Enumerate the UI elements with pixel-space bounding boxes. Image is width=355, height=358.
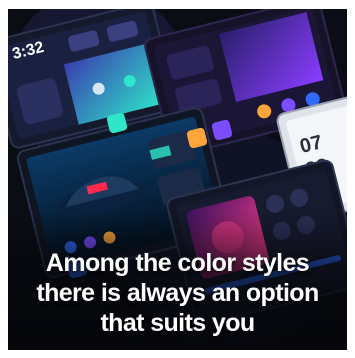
caption-line-2: there is always an option (36, 279, 319, 307)
promo-caption: Among the color styles there is always a… (8, 248, 347, 338)
promo-image: 3:32 07 32 (8, 9, 347, 350)
caption-line-1: Among the color styles (45, 249, 310, 277)
caption-line-3: that suits you (100, 309, 255, 337)
